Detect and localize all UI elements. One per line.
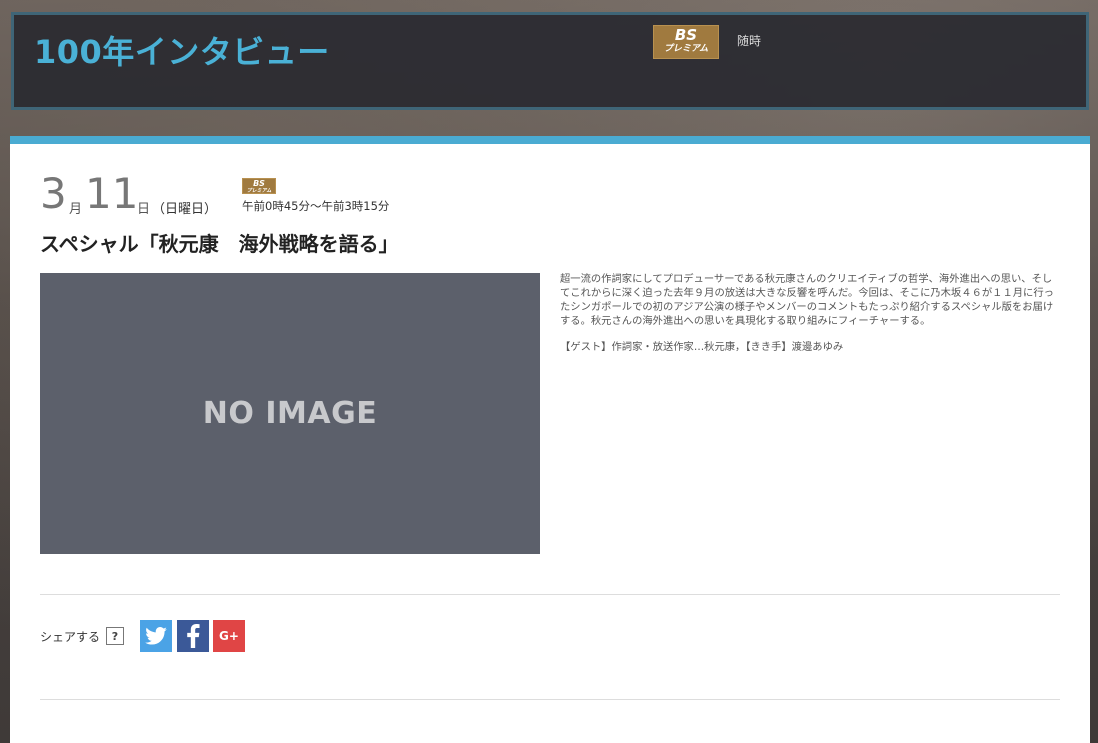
bs-premium-logo-small: BS プレミアム (242, 178, 276, 194)
program-title[interactable]: 100年インタビュー (34, 27, 330, 73)
date-month: 3 (40, 169, 67, 218)
air-time: 午前0時45分～午前3時15分 (242, 199, 390, 213)
divider (40, 594, 1060, 595)
help-icon[interactable]: ? (106, 627, 124, 645)
date-day: 11 (85, 169, 139, 218)
twitter-icon (145, 627, 167, 645)
share-label: シェアする (40, 630, 101, 644)
logo-text-premium: プレミアム (246, 188, 272, 194)
google-plus-icon: G+ (219, 629, 239, 643)
divider (40, 699, 1060, 700)
logo-text-premium: プレミアム (663, 44, 709, 54)
program-header: 100年インタビュー BS プレミアム 随時 (11, 12, 1089, 110)
twitter-share-button[interactable] (140, 620, 172, 652)
date-day-unit: 日 (137, 202, 151, 217)
no-image-text: NO IMAGE (202, 396, 378, 431)
bs-premium-logo: BS プレミアム (653, 25, 719, 59)
date-weekday: （日曜日） (152, 202, 218, 217)
episode-guest: 【ゲスト】作詞家・放送作家…秋元康，【きき手】渡邊あゆみ (560, 341, 844, 353)
episode-card: 3 月 11 日 （日曜日） BS プレミアム 午前0時45分～午前3時15分 … (10, 136, 1090, 743)
logo-text-bs: BS (253, 179, 265, 188)
episode-image-placeholder: NO IMAGE (40, 273, 540, 554)
episode-description: 超一流の作詞家にしてプロデューサーである秋元康さんのクリエイティブの哲学、海外進… (560, 273, 1054, 327)
google-plus-share-button[interactable]: G+ (213, 620, 245, 652)
date-month-unit: 月 (69, 202, 83, 217)
logo-text-bs: BS (674, 26, 698, 44)
broadcast-schedule: 随時 (737, 34, 762, 48)
facebook-icon (187, 624, 200, 648)
episode-title: スペシャル「秋元康 海外戦略を語る」 (40, 232, 399, 256)
facebook-share-button[interactable] (177, 620, 209, 652)
